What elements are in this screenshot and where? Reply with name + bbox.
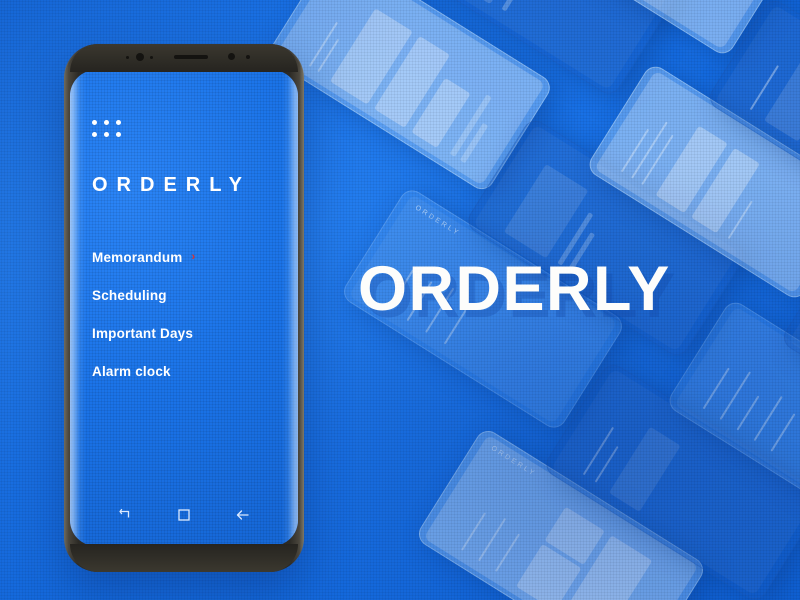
light-sensor-icon [150,56,153,59]
app-title: ORDERLY [92,174,251,196]
mockup-wordmark: ORDERLY [489,444,538,479]
recents-icon[interactable] [112,502,138,528]
led-indicator-icon [246,55,250,59]
menu-item-label: Memorandum [92,249,183,265]
proximity-sensor-icon [126,56,129,59]
phone-device: ORDERLY Memorandum › Scheduling Importan… [64,44,304,572]
menu-item-label: Scheduling [92,287,167,303]
main-menu: Memorandum › Scheduling Important Days A… [92,238,280,390]
menu-item-scheduling[interactable]: Scheduling [92,276,280,314]
menu-item-memorandum[interactable]: Memorandum › [92,238,280,276]
chevron-right-icon: › [191,250,196,263]
menu-item-label: Alarm clock [92,363,171,379]
promo-banner: ORDERLY ORDERLY ORDERLY ORDERLY Memorand… [0,0,800,600]
home-icon[interactable] [171,502,197,528]
app-grid-icon[interactable] [92,120,123,139]
hero-wordmark: ORDERLY [358,254,671,324]
mockup-wordmark: ORDERLY [413,204,462,238]
menu-item-alarm-clock[interactable]: Alarm clock [92,352,280,390]
menu-item-label: Important Days [92,325,194,341]
phone-top-bezel [70,44,298,72]
android-navigation-bar [70,498,298,532]
phone-screen-area: ORDERLY Memorandum › Scheduling Importan… [70,70,298,546]
menu-item-important-days[interactable]: Important Days [92,314,280,352]
front-camera-icon [136,53,144,61]
phone-bottom-bezel [70,544,298,572]
back-icon[interactable] [230,502,256,528]
iris-scanner-icon [228,53,235,60]
earpiece-speaker [174,55,208,59]
